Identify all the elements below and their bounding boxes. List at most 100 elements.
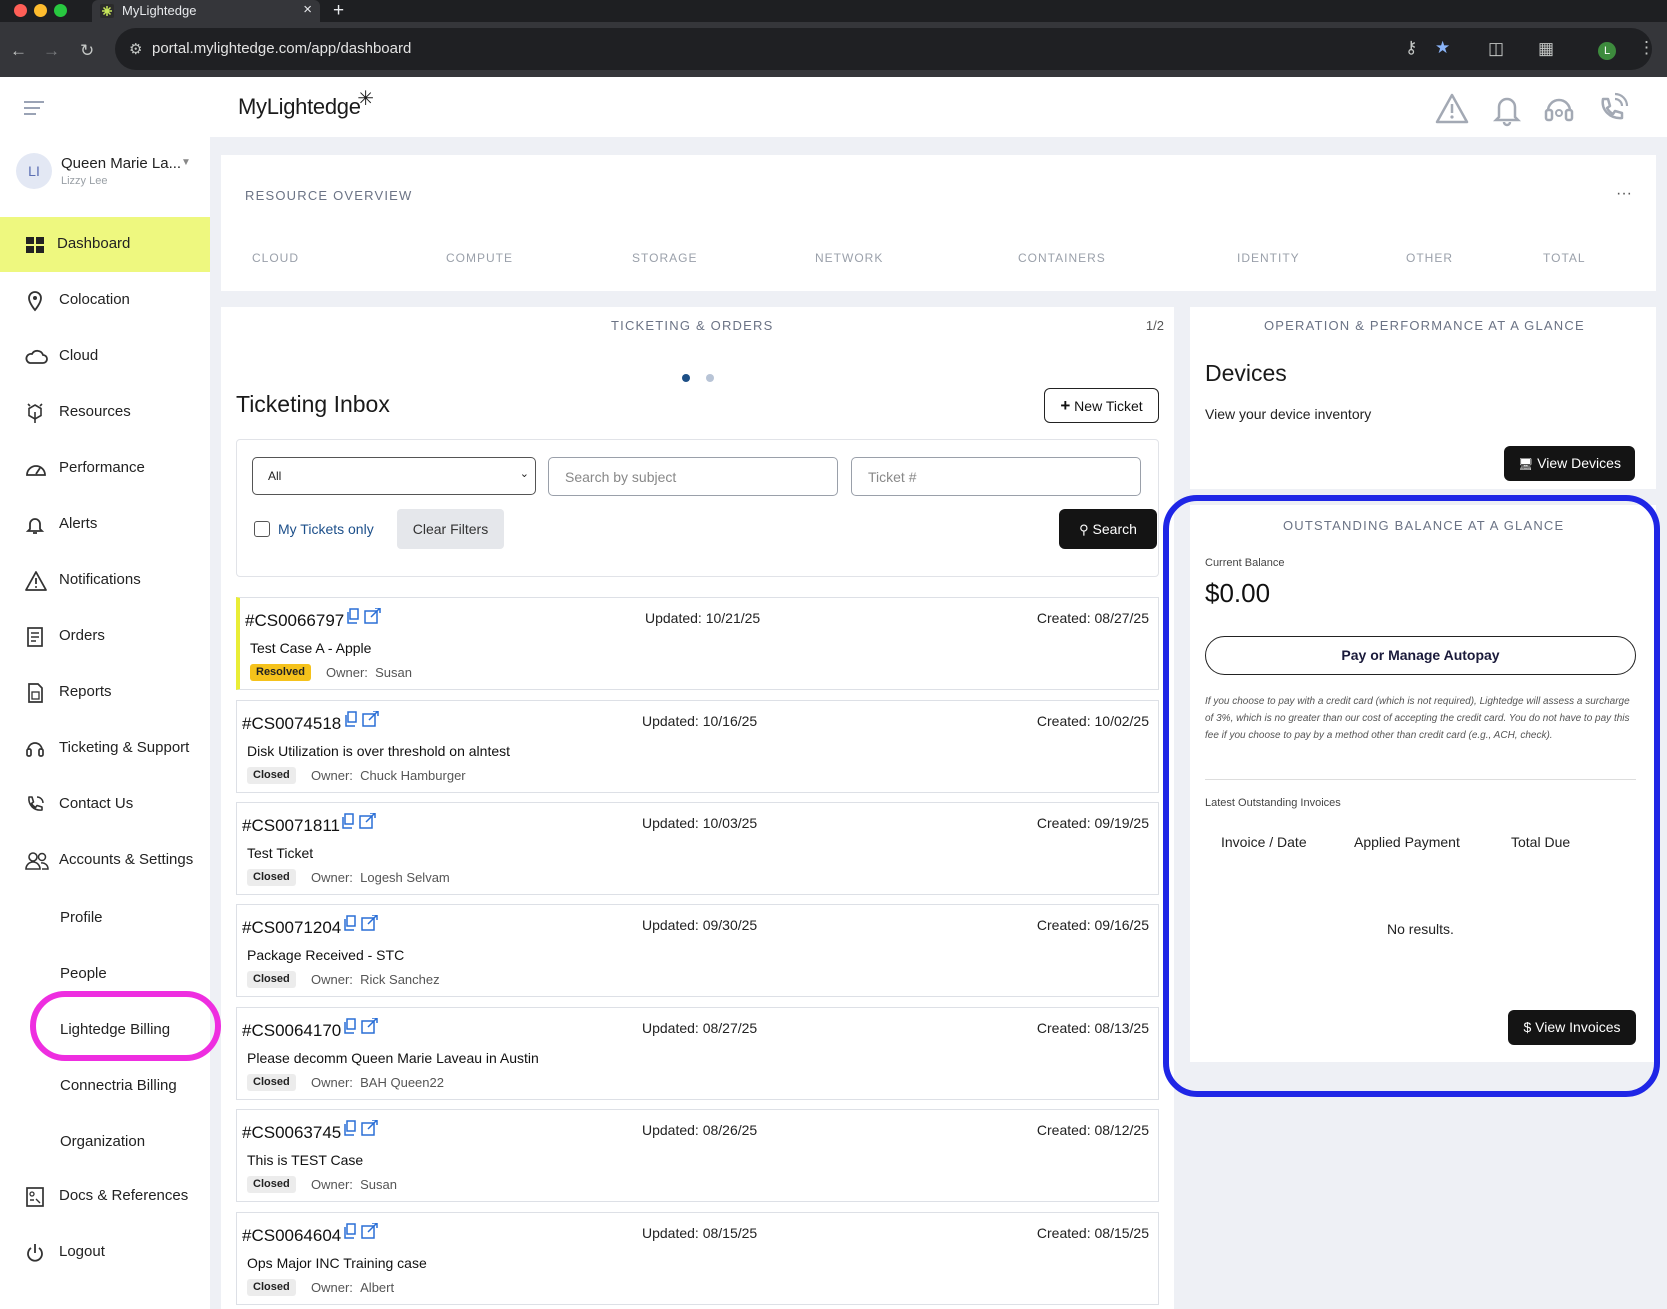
sidebar-subitem-people[interactable]: People	[60, 965, 107, 982]
ticket-subject: Disk Utilization is over threshold on al…	[247, 743, 511, 759]
copy-icon	[349, 608, 359, 620]
reports-icon	[24, 682, 46, 704]
ticket-actions	[343, 1120, 379, 1138]
ticket-id[interactable]: #CS0066797	[245, 611, 344, 631]
ticket-id[interactable]: #CS0071811	[242, 816, 340, 836]
bell-icon[interactable]	[1489, 91, 1525, 127]
bookmark-star-icon[interactable]: ★	[1435, 38, 1450, 58]
view-devices-button[interactable]: 🖥 View Devices	[1504, 446, 1635, 481]
carousel-dot-1[interactable]	[682, 374, 690, 382]
sidebar-item-label: Notifications	[59, 571, 141, 588]
owner-name: Susan	[360, 1177, 398, 1192]
search-icon: ⚲	[1079, 522, 1089, 537]
pager-indicator: 1/2	[1145, 318, 1164, 333]
sidebar-item-reports[interactable]: Reports	[0, 665, 210, 720]
orders-icon	[24, 626, 46, 648]
ticket-id[interactable]: #CS0074518	[242, 714, 341, 734]
sidebar-item-accounts-settings[interactable]: Accounts & Settings	[0, 833, 210, 888]
phone-icon	[24, 794, 46, 816]
sidebar-item-colocation[interactable]: Colocation	[0, 273, 210, 328]
ticket-id[interactable]: #CS0064170	[242, 1021, 341, 1041]
extensions-icon[interactable]: ◫	[1488, 39, 1504, 59]
headset-icon[interactable]	[1541, 91, 1577, 127]
new-tab-button[interactable]: +	[333, 0, 344, 22]
maximize-window-button[interactable]	[54, 4, 67, 17]
ticketing-section-title: TICKETING & ORDERS	[611, 318, 774, 333]
ticket-row[interactable]: #CS0064604 Updated: 08/15/25 Created: 08…	[236, 1212, 1159, 1305]
close-window-button[interactable]	[14, 4, 27, 17]
sidebar-item-contact-us[interactable]: Contact Us	[0, 777, 210, 832]
status-badge: Closed	[247, 767, 296, 784]
ticket-updated: Updated: 08/26/25	[642, 1122, 758, 1138]
ticket-row[interactable]: #CS0074518 Updated: 10/16/25 Created: 10…	[236, 700, 1159, 793]
sidebar-subitem-organization[interactable]: Organization	[60, 1133, 145, 1150]
my-tickets-label[interactable]: My Tickets only	[278, 521, 374, 537]
sidebar-item-docs-references[interactable]: Docs & References	[0, 1169, 210, 1224]
ticket-id[interactable]: #CS0064604	[242, 1226, 341, 1246]
clear-filters-button[interactable]: Clear Filters	[397, 509, 504, 549]
warning-icon[interactable]	[1434, 91, 1470, 127]
forward-icon[interactable]: →	[43, 41, 60, 61]
sidebar-subitem-connectria-billing[interactable]: Connectria Billing	[60, 1077, 177, 1094]
logo-star-icon: ✳	[357, 88, 374, 110]
ticket-row[interactable]: #CS0064170 Updated: 08/27/25 Created: 08…	[236, 1007, 1159, 1100]
owner-label: Owner:	[311, 972, 353, 987]
search-button[interactable]: ⚲ Search	[1059, 509, 1157, 549]
sidebar-item-performance[interactable]: Performance	[0, 441, 210, 496]
reload-icon[interactable]: ↻	[80, 41, 94, 61]
chevron-down-icon[interactable]: ▼	[181, 157, 191, 168]
subject-search-input[interactable]: Search by subject	[548, 457, 838, 496]
owner-name: Rick Sanchez	[360, 972, 440, 987]
sidebar-item-logout[interactable]: Logout	[0, 1225, 210, 1280]
sidebar-subitem-profile[interactable]: Profile	[60, 909, 103, 926]
sidebar-item-dashboard[interactable]: Dashboard	[0, 217, 210, 272]
warning-icon	[24, 570, 47, 592]
status-filter-select[interactable]: All ⌄	[252, 457, 536, 495]
url-field[interactable]: ⚙ portal.mylightedge.com/app/dashboard ⚷…	[115, 28, 1652, 70]
hamburger-menu-icon[interactable]	[24, 101, 44, 119]
sidebar-item-label: Orders	[59, 627, 105, 644]
subject-search-placeholder: Search by subject	[565, 469, 677, 485]
status-filter-value: All	[268, 469, 282, 483]
sidebar-item-notifications[interactable]: Notifications	[0, 553, 210, 608]
site-settings-icon[interactable]: ⚙	[129, 40, 142, 58]
sidebar-item-cloud[interactable]: Cloud	[0, 329, 210, 384]
sidebar-item-ticketing-support[interactable]: Ticketing & Support	[0, 721, 210, 776]
ticket-row[interactable]: #CS0063745 Updated: 08/26/25 Created: 08…	[236, 1109, 1159, 1202]
ticket-row[interactable]: #CS0066797 Updated: 10/21/25 Created: 08…	[236, 597, 1159, 690]
sidebar-item-label: Resources	[59, 403, 131, 420]
ticket-owner: Owner: Albert	[311, 1280, 394, 1295]
dashboard-icon	[24, 234, 46, 256]
docs-icon	[24, 1186, 46, 1208]
ticket-id[interactable]: #CS0063745	[242, 1123, 341, 1143]
ticket-row[interactable]: #CS0071204 Updated: 09/30/25 Created: 09…	[236, 904, 1159, 997]
tab-close-icon[interactable]: ×	[303, 1, 312, 18]
tab-search-icon[interactable]: ▦	[1538, 39, 1554, 59]
sidebar-item-resources[interactable]: Resources	[0, 385, 210, 440]
mylightedge-logo[interactable]: MyLightedge ✳	[238, 88, 374, 120]
sidebar-item-alerts[interactable]: Alerts	[0, 497, 210, 552]
ticket-id[interactable]: #CS0071204	[242, 918, 341, 938]
sidebar-item-orders[interactable]: Orders	[0, 609, 210, 664]
sidebar-item-label: Accounts & Settings	[59, 851, 194, 868]
status-badge: Closed	[247, 1279, 296, 1296]
monitor-icon: 🖥	[1518, 457, 1534, 471]
browser-tab[interactable]: MyLightedge ×	[92, 0, 320, 22]
password-key-icon[interactable]: ⚷	[1405, 38, 1417, 58]
sidebar-item-label: Contact Us	[59, 795, 134, 812]
ticket-subject: Please decomm Queen Marie Laveau in Aust…	[247, 1050, 539, 1066]
phone-icon[interactable]	[1594, 91, 1630, 127]
back-icon[interactable]: ←	[10, 41, 27, 61]
status-badge: Closed	[247, 1176, 296, 1193]
ticket-subject: Test Case A - Apple	[250, 640, 372, 656]
profile-avatar[interactable]: L	[1598, 42, 1616, 60]
new-ticket-button[interactable]: + New Ticket	[1044, 388, 1159, 423]
ticket-number-input[interactable]: Ticket #	[851, 457, 1141, 496]
ticket-row[interactable]: #CS0071811 Updated: 10/03/25 Created: 09…	[236, 802, 1159, 895]
status-badge: Closed	[247, 971, 296, 988]
my-tickets-checkbox[interactable]	[254, 521, 270, 537]
more-options-icon[interactable]: ···	[1616, 185, 1632, 203]
carousel-dot-2[interactable]	[706, 374, 714, 382]
browser-menu-icon[interactable]: ⋮	[1638, 38, 1655, 58]
minimize-window-button[interactable]	[34, 4, 47, 17]
